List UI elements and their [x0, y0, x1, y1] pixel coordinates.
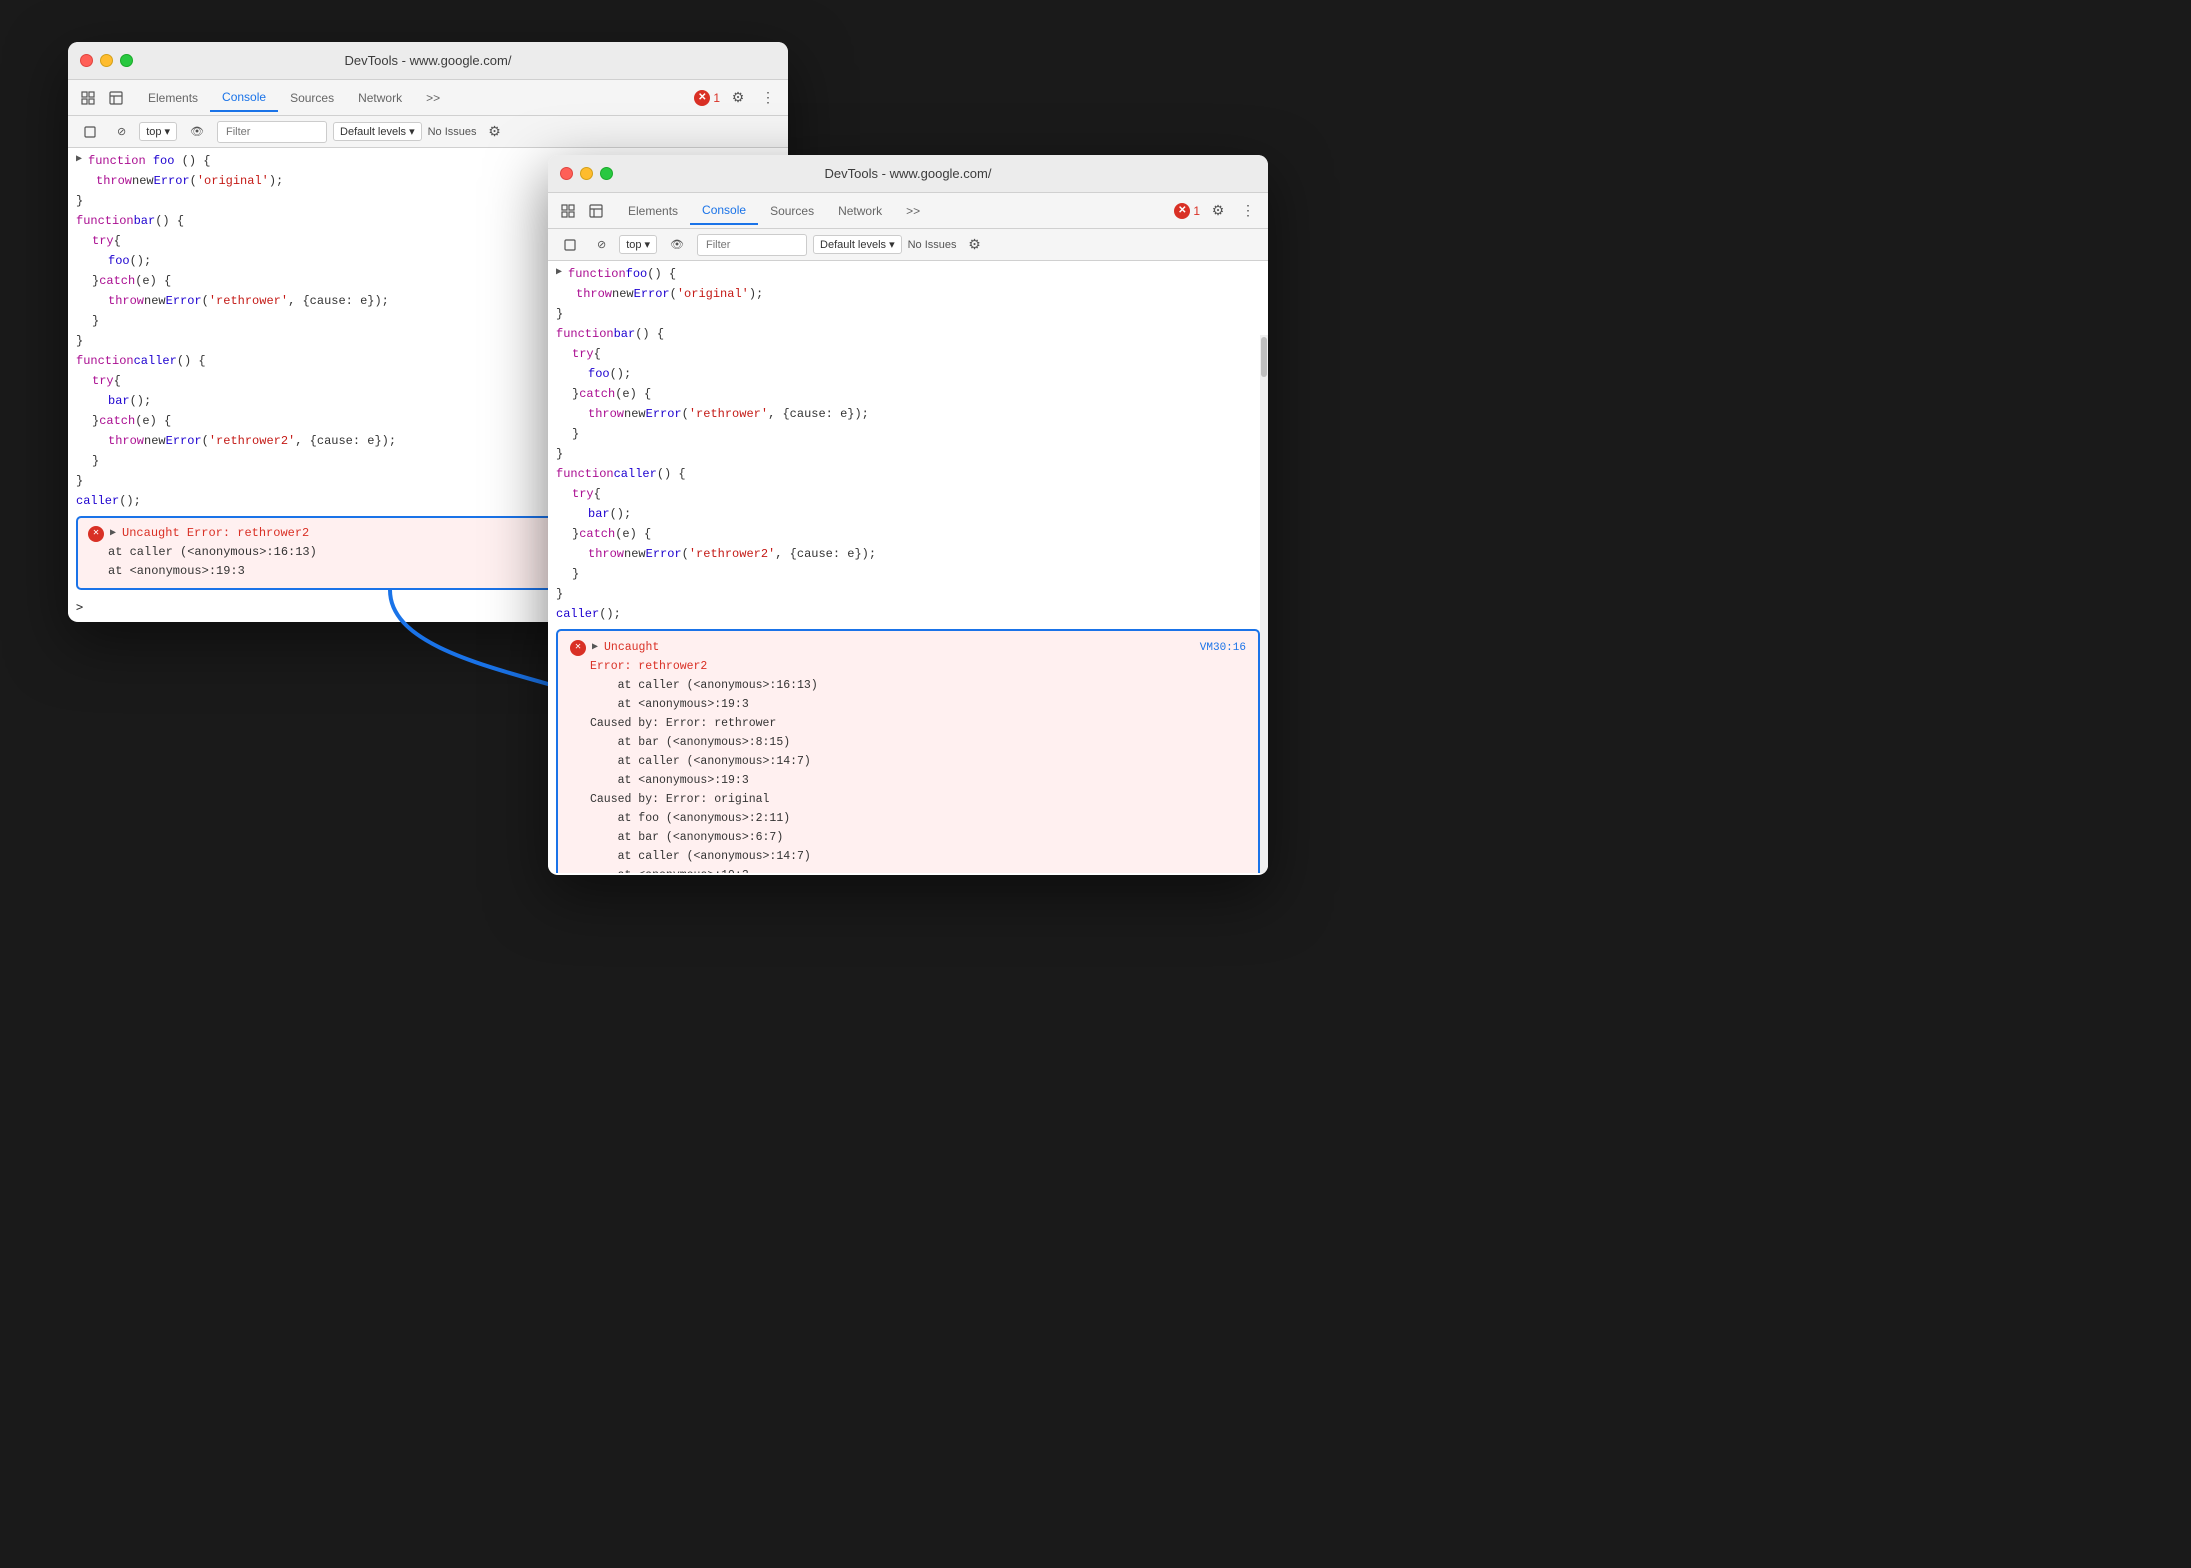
- tab-console-2[interactable]: Console: [690, 197, 758, 225]
- toolbar-right-2: ✕ 1 ⚙ ⋮: [1174, 199, 1260, 223]
- settings-icon-2[interactable]: ⚙: [1206, 199, 1230, 223]
- detail-error-line-5: at <anonymous>:19:3: [590, 772, 1246, 791]
- tab-elements-1[interactable]: Elements: [136, 85, 210, 111]
- issues-settings-2[interactable]: ⚙: [963, 233, 987, 257]
- no-issues-1: No Issues: [428, 126, 477, 138]
- clear-btn-1[interactable]: [76, 121, 104, 143]
- filter-input-1[interactable]: [217, 121, 327, 143]
- tab-bar-2: Elements Console Sources Network >>: [616, 197, 932, 225]
- tab-sources-1[interactable]: Sources: [278, 85, 346, 111]
- expand-arrow-2[interactable]: ▶: [556, 265, 562, 281]
- detail-error-line-7: at bar (<anonymous>:6:7): [590, 829, 1246, 848]
- detail-error-line-3: at bar (<anonymous>:8:15): [590, 734, 1246, 753]
- eye-btn-1[interactable]: 👁: [183, 121, 211, 142]
- settings-icon-1[interactable]: ⚙: [726, 86, 750, 110]
- scroll-thumb-2[interactable]: [1261, 337, 1267, 377]
- toolbar-right-1: ✕ 1 ⚙ ⋮: [694, 86, 780, 110]
- tab-sources-2[interactable]: Sources: [758, 198, 826, 224]
- error-badge-2: ✕ 1: [1174, 203, 1200, 219]
- traffic-lights-1: [80, 54, 133, 67]
- filter-input-2[interactable]: [697, 234, 807, 256]
- devtools-window-2: DevTools - www.google.com/ Elements Cons…: [548, 155, 1268, 875]
- tab-elements-2[interactable]: Elements: [616, 198, 690, 224]
- cursor-icon-2[interactable]: [556, 199, 580, 223]
- context-label-1: top: [146, 126, 161, 138]
- close-button-2[interactable]: [560, 167, 573, 180]
- error-count-2: 1: [1193, 204, 1200, 218]
- detail-error-line-8: at caller (<anonymous>:14:7): [590, 848, 1246, 867]
- tab-bar-1: Elements Console Sources Network >>: [136, 84, 452, 112]
- detail-error-icon-2: ✕: [570, 640, 586, 656]
- tab-network-1[interactable]: Network: [346, 85, 414, 111]
- vm-link-2[interactable]: VM30:16: [1200, 639, 1246, 657]
- kebab-icon-2[interactable]: ⋮: [1236, 199, 1260, 223]
- detail-error-caused1: Caused by: Error: rethrower: [590, 715, 1246, 734]
- detail-error-main-2: Uncaught: [604, 639, 659, 658]
- detail-error-line-1: at caller (<anonymous>:16:13): [590, 677, 1246, 696]
- context-selector-1[interactable]: top ▾: [139, 122, 177, 141]
- main-toolbar-2: Elements Console Sources Network >> ✕ 1 …: [548, 193, 1268, 229]
- tab-more-2[interactable]: >>: [894, 198, 932, 224]
- console-toolbar-1: ⊘ top ▾ 👁 Default levels ▾ No Issues ⚙: [68, 116, 788, 148]
- cursor-icon-1[interactable]: [76, 86, 100, 110]
- window-title-1: DevTools - www.google.com/: [345, 53, 512, 68]
- context-selector-2[interactable]: top ▾: [619, 235, 657, 254]
- error-main-text-1: Uncaught Error: rethrower2: [122, 524, 309, 543]
- detail-error-line-2: at <anonymous>:19:3: [590, 696, 1246, 715]
- error-circle-1: ✕: [694, 90, 710, 106]
- layout-icon-2[interactable]: [584, 199, 608, 223]
- scrollbar-2[interactable]: [1260, 335, 1268, 873]
- tab-more-1[interactable]: >>: [414, 85, 452, 111]
- detail-error-line-4: at caller (<anonymous>:14:7): [590, 753, 1246, 772]
- tab-console-1[interactable]: Console: [210, 84, 278, 112]
- detail-expand-arrow-2[interactable]: ▶: [592, 640, 598, 657]
- issues-settings-1[interactable]: ⚙: [483, 120, 507, 144]
- maximize-button-2[interactable]: [600, 167, 613, 180]
- context-chevron-1: ▾: [165, 125, 171, 138]
- traffic-lights-2: [560, 167, 613, 180]
- minimize-button-1[interactable]: [100, 54, 113, 67]
- context-chevron-2: ▾: [645, 238, 651, 251]
- title-bar-2: DevTools - www.google.com/: [548, 155, 1268, 193]
- detail-error-body-2: Error: rethrower2 at caller (<anonymous>…: [570, 658, 1246, 873]
- ban-btn-2[interactable]: ⊘: [590, 234, 613, 255]
- error-badge-1: ✕ 1: [694, 90, 720, 106]
- console-toolbar-2: ⊘ top ▾ 👁 Default levels ▾ No Issues ⚙: [548, 229, 1268, 261]
- maximize-button-1[interactable]: [120, 54, 133, 67]
- context-label-2: top: [626, 239, 641, 251]
- kebab-icon-1[interactable]: ⋮: [756, 86, 780, 110]
- clear-btn-2[interactable]: [556, 234, 584, 256]
- ban-btn-1[interactable]: ⊘: [110, 121, 133, 142]
- error-count-1: 1: [713, 91, 720, 105]
- prompt-char-1: >: [76, 598, 83, 617]
- error-circle-2: ✕: [1174, 203, 1190, 219]
- error-expand-arrow-1[interactable]: ▶: [110, 526, 116, 542]
- detail-error-box-2[interactable]: ✕ ▶ Uncaught VM30:16 Error: rethrower2 a…: [556, 629, 1260, 873]
- default-levels-1[interactable]: Default levels ▾: [333, 122, 422, 141]
- close-button-1[interactable]: [80, 54, 93, 67]
- detail-error-line-9: at <anonymous>:19:3: [590, 867, 1246, 873]
- detail-error-caused2: Caused by: Error: original: [590, 791, 1246, 810]
- main-toolbar-1: Elements Console Sources Network >> ✕ 1 …: [68, 80, 788, 116]
- layout-icon-1[interactable]: [104, 86, 128, 110]
- error-icon-1: ✕: [88, 526, 104, 542]
- detail-error-header-2: ✕ ▶ Uncaught VM30:16: [570, 639, 1246, 658]
- detail-error-line-0: Error: rethrower2: [590, 658, 1246, 677]
- eye-btn-2[interactable]: 👁: [663, 234, 691, 255]
- window-title-2: DevTools - www.google.com/: [825, 166, 992, 181]
- console-content-2: ▶ function foo() { throw new Error('orig…: [548, 261, 1268, 873]
- default-levels-2[interactable]: Default levels ▾: [813, 235, 902, 254]
- title-bar-1: DevTools - www.google.com/: [68, 42, 788, 80]
- detail-error-line-6: at foo (<anonymous>:2:11): [590, 810, 1246, 829]
- expand-arrow-1[interactable]: ▶: [76, 152, 82, 168]
- tab-network-2[interactable]: Network: [826, 198, 894, 224]
- minimize-button-2[interactable]: [580, 167, 593, 180]
- no-issues-2: No Issues: [908, 239, 957, 251]
